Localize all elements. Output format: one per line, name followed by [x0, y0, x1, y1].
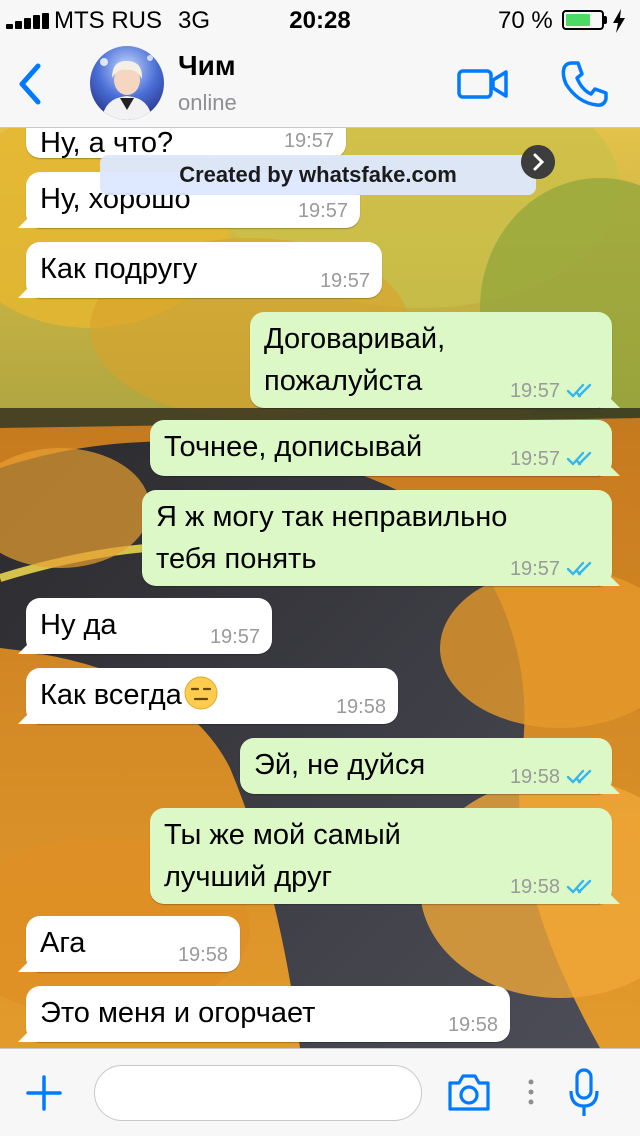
contact-status: online — [178, 90, 237, 115]
outgoing-message[interactable]: Ты же мой самый лучший друг 19:58 — [150, 808, 612, 904]
message-time: 19:58 — [177, 944, 228, 966]
outgoing-message[interactable]: Эй, не дуйся 19:58 — [240, 738, 612, 794]
separator-dots-icon — [528, 1079, 534, 1105]
incoming-message[interactable]: Это меня и огорчает 19:58 — [26, 986, 510, 1042]
read-receipt-icon — [566, 879, 592, 894]
message-meta: 19:58 — [178, 944, 228, 966]
message-text: Ты же мой самый — [164, 819, 401, 851]
incoming-message[interactable]: Ну, а что? 19:57 — [26, 128, 346, 159]
message-meta: 19:58 — [336, 696, 386, 718]
message-text: Договаривай, — [264, 323, 446, 355]
message-time: 19:57 — [509, 558, 560, 580]
video-call-icon[interactable] — [456, 64, 510, 104]
phone-call-icon[interactable] — [558, 58, 610, 110]
incoming-message[interactable]: Как подругу 19:57 — [26, 242, 382, 298]
message-input[interactable] — [94, 1065, 422, 1121]
read-receipt-icon — [566, 561, 592, 576]
message-meta: 19:57 — [298, 200, 348, 222]
camera-icon[interactable] — [446, 1071, 492, 1113]
message-time: 19:58 — [509, 876, 560, 898]
plus-icon[interactable] — [26, 1075, 62, 1111]
read-receipt-icon — [566, 769, 592, 784]
input-bar — [0, 1048, 640, 1136]
message-meta: 19:58 — [510, 876, 598, 898]
message-meta: 19:57 — [510, 380, 598, 402]
message-text: Как подругу — [40, 253, 198, 285]
incoming-message[interactable]: Ну да 19:57 — [26, 598, 272, 654]
message-time: 19:57 — [283, 130, 334, 152]
incoming-message[interactable]: Как всегда 19:58 — [26, 668, 398, 724]
message-meta: 19:57 — [510, 448, 598, 470]
battery-percent: 70 % — [498, 7, 553, 34]
chat-header: Чим online — [0, 40, 640, 128]
outgoing-message[interactable]: Я ж могу так неправильно тебя понять 19:57 — [142, 490, 612, 586]
message-meta: 19:57 — [284, 130, 334, 152]
outgoing-message[interactable]: Договаривай, пожалуйста 19:57 — [250, 312, 612, 408]
expressionless-face-emoji — [184, 676, 218, 710]
message-text: Как всегда — [40, 674, 384, 716]
read-receipt-icon — [566, 451, 592, 466]
read-receipt-icon — [566, 383, 592, 398]
charging-icon — [613, 9, 625, 33]
chat-area[interactable]: Ну, а что? 19:57 Ну, хорошо 19:57 Как подруг… — [0, 128, 640, 1048]
microphone-icon[interactable] — [568, 1067, 600, 1119]
message-time: 19:58 — [509, 766, 560, 788]
message-meta: 19:57 — [210, 626, 260, 648]
message-time: 19:57 — [297, 200, 348, 222]
message-time: 19:57 — [509, 448, 560, 470]
message-time: 19:58 — [447, 1014, 498, 1036]
incoming-message[interactable]: Ага 19:58 — [26, 916, 240, 972]
message-time: 19:57 — [509, 380, 560, 402]
message-meta: 19:58 — [510, 766, 598, 788]
watermark-close-icon[interactable] — [521, 145, 555, 179]
message-time: 19:57 — [319, 270, 370, 292]
message-meta: 19:58 — [448, 1014, 498, 1036]
message-meta: 19:57 — [510, 558, 598, 580]
avatar[interactable] — [90, 46, 164, 120]
message-text: Я ж могу так неправильно — [156, 501, 508, 533]
message-meta: 19:57 — [320, 270, 370, 292]
back-icon[interactable] — [14, 60, 46, 108]
message-time: 19:57 — [209, 626, 260, 648]
message-text: Это меня и огорчает — [40, 997, 316, 1029]
battery-cap — [604, 16, 607, 24]
outgoing-message[interactable]: Точнее, дописывай 19:57 — [150, 420, 612, 476]
watermark-banner: Created by whatsfake.com — [100, 155, 536, 195]
message-time: 19:58 — [335, 696, 386, 718]
contact-name[interactable]: Чим — [178, 50, 236, 82]
status-bar: MTS RUS 3G 20:28 70 % — [0, 0, 640, 40]
battery-icon — [562, 10, 604, 30]
